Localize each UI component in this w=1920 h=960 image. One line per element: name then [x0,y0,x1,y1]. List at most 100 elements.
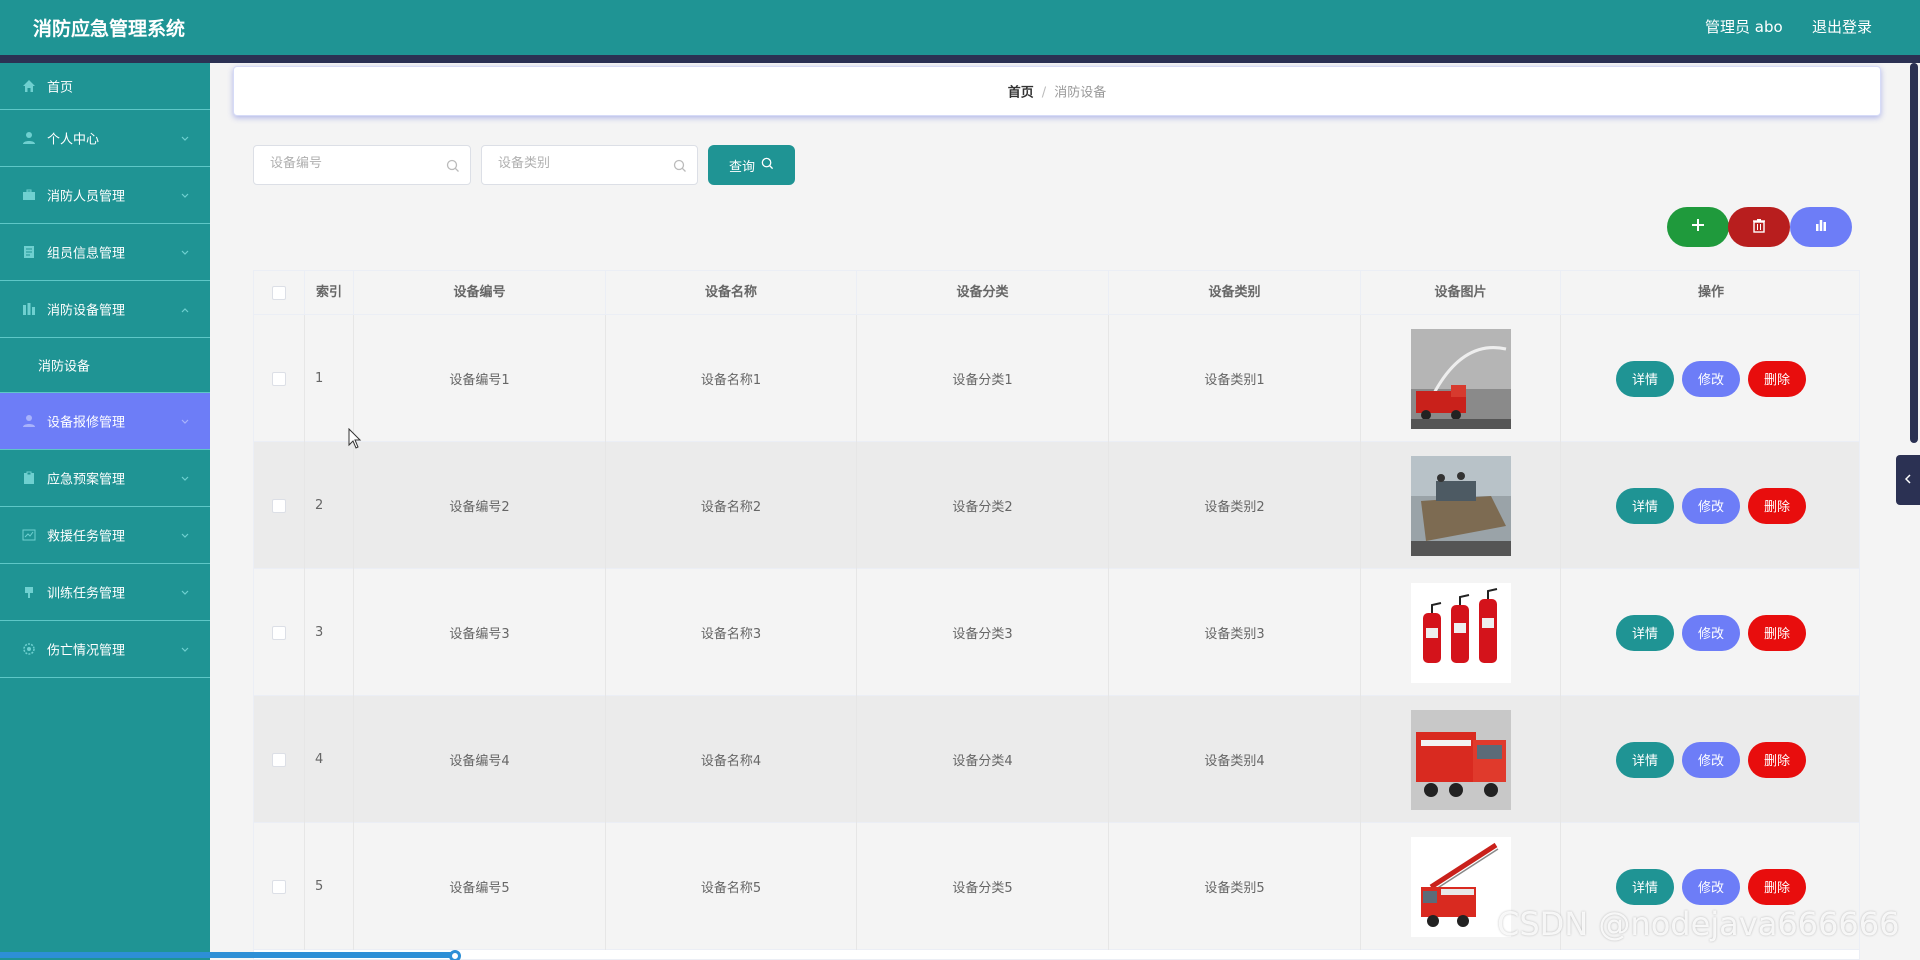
cell-actions: 详情 修改 删除 [1561,569,1859,696]
table-row: 3 设备编号3 设备名称3 设备分类3 设备类别3 详情 修改 删除 [254,569,1859,696]
search-icon [446,159,460,173]
user-icon [22,131,36,145]
row-checkbox-cell [254,315,305,442]
panel-toggle-button[interactable] [1896,455,1920,505]
delete-button[interactable]: 删除 [1748,741,1806,778]
row-checkbox[interactable] [272,371,286,386]
sidebar-item-rescue-tasks[interactable]: 救援任务管理 [0,507,210,564]
user-icon [22,414,36,428]
fire-engine-image[interactable] [1410,709,1511,810]
cell-name: 设备名称5 [606,823,857,950]
delete-button[interactable]: 删除 [1748,868,1806,905]
trash-icon [1752,218,1766,237]
armored-vehicle-image[interactable] [1410,455,1511,556]
row-checkbox[interactable] [272,879,286,894]
horizontal-scrollbar-knob[interactable] [449,950,461,960]
equipment-type-search[interactable] [481,145,698,185]
table-header: 索引 设备编号 设备名称 设备分类 设备类别 设备图片 操作 [254,271,1859,315]
plus-icon [1691,218,1705,236]
table-row: 1 设备编号1 设备名称1 设备分类1 设备类别1 详情 修改 删除 [254,315,1859,442]
cell-code: 设备编号2 [354,442,606,569]
delete-button[interactable]: 删除 [1748,487,1806,524]
row-checkbox[interactable] [272,752,286,767]
delete-button[interactable]: 删除 [1748,614,1806,651]
edit-button[interactable]: 修改 [1682,360,1740,397]
fire-extinguishers-image[interactable] [1410,582,1511,683]
sidebar-item-label: 设备报修管理 [47,415,126,431]
cell-index: 1 [305,315,354,442]
equipment-code-search[interactable] [253,145,471,185]
add-button[interactable] [1667,207,1729,247]
query-button[interactable]: 查询 [708,145,795,185]
row-checkbox[interactable] [272,498,286,513]
chevron-down-icon [180,473,190,483]
detail-button[interactable]: 详情 [1616,360,1674,397]
statistics-button[interactable] [1790,207,1852,247]
delete-button[interactable]: 删除 [1748,360,1806,397]
cell-type: 设备类别4 [1109,696,1361,823]
cell-name: 设备名称2 [606,442,857,569]
cell-category: 设备分类1 [857,315,1109,442]
chevron-down-icon [180,587,190,597]
cell-actions: 详情 修改 删除 [1561,696,1859,823]
detail-button[interactable]: 详情 [1616,741,1674,778]
detail-button[interactable]: 详情 [1616,614,1674,651]
gear-icon [22,642,36,656]
cell-category: 设备分类5 [857,823,1109,950]
edit-button[interactable]: 修改 [1682,614,1740,651]
briefcase-icon [22,188,36,202]
cell-code: 设备编号5 [354,823,606,950]
cell-code: 设备编号4 [354,696,606,823]
sidebar: 首页 个人中心 消防人员管理 组员信息管理 消防设备管理 消防设备 设备报修管理… [0,63,210,960]
sidebar-item-firefighters[interactable]: 消防人员管理 [0,167,210,224]
detail-button[interactable]: 详情 [1616,868,1674,905]
detail-button[interactable]: 详情 [1616,487,1674,524]
sidebar-item-members[interactable]: 组员信息管理 [0,224,210,281]
chevron-down-icon [180,247,190,257]
sidebar-item-personal-center[interactable]: 个人中心 [0,110,210,167]
cell-name: 设备名称4 [606,696,857,823]
cell-type: 设备类别2 [1109,442,1361,569]
select-all-checkbox[interactable] [272,285,286,300]
chevron-up-icon [180,304,190,314]
ladder-truck-image[interactable] [1410,836,1511,937]
sidebar-subitem-equipment[interactable]: 消防设备 [0,338,210,393]
cell-image [1361,569,1561,696]
chevron-left-icon [1903,473,1913,488]
sidebar-item-training-tasks[interactable]: 训练任务管理 [0,564,210,621]
batch-delete-button[interactable] [1728,207,1790,247]
select-all-cell [254,271,305,315]
breadcrumb-home[interactable]: 首页 [1008,86,1034,101]
cell-index: 2 [305,442,354,569]
edit-button[interactable]: 修改 [1682,487,1740,524]
logout-link[interactable]: 退出登录 [1812,16,1872,37]
vertical-scrollbar[interactable] [1910,63,1918,443]
sidebar-item-repair-management[interactable]: 设备报修管理 [0,393,210,450]
equipment-type-input[interactable] [498,156,658,171]
sidebar-item-equipment-management[interactable]: 消防设备管理 [0,281,210,338]
horizontal-scrollbar[interactable] [0,952,455,958]
row-checkbox-cell [254,569,305,696]
bar-chart-icon [1814,218,1828,236]
chevron-down-icon [180,644,190,654]
chevron-down-icon [180,416,190,426]
app-title: 消防应急管理系统 [33,18,186,40]
cell-category: 设备分类4 [857,696,1109,823]
sidebar-item-label: 组员信息管理 [47,246,126,262]
breadcrumb-separator: / [1041,85,1047,101]
sidebar-item-label: 消防人员管理 [47,189,126,205]
sidebar-item-emergency-plans[interactable]: 应急预案管理 [0,450,210,507]
edit-button[interactable]: 修改 [1682,868,1740,905]
row-checkbox[interactable] [272,625,286,640]
breadcrumb-card: 首页 / 消防设备 [233,66,1881,116]
table-row: 2 设备编号2 设备名称2 设备分类2 设备类别2 详情 修改 删除 [254,442,1859,569]
cell-type: 设备类别5 [1109,823,1361,950]
equipment-code-input[interactable] [270,156,430,171]
edit-button[interactable]: 修改 [1682,741,1740,778]
header-band [0,55,1920,63]
sidebar-item-label: 个人中心 [47,132,100,148]
sidebar-item-casualties[interactable]: 伤亡情况管理 [0,621,210,678]
cell-index: 4 [305,696,354,823]
sidebar-item-home[interactable]: 首页 [0,63,210,110]
fire-truck-spraying-image[interactable] [1410,328,1511,429]
